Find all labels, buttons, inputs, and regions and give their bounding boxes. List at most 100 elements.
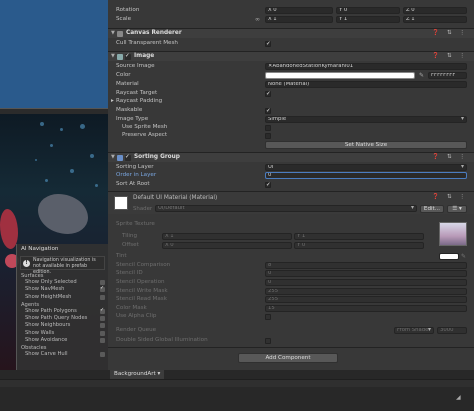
canvas-renderer-icon [117,31,123,37]
sorting-group-header[interactable]: ▼ Sorting Group ❓ ⇅ ⋮ [108,152,474,162]
material-row: Material None (Material) [108,80,474,89]
surface-option[interactable]: Show Only Selected [17,279,108,286]
rotation-label: Rotation [116,7,140,13]
canvas-renderer-title: Canvas Renderer [126,30,182,36]
shader-dropdown: UI/Default [155,205,417,212]
order-in-layer-field[interactable]: 0 [265,172,467,179]
eyedropper-icon[interactable]: ✎ [419,71,424,80]
scene-sky [0,0,108,108]
stencil-comparison-field: 8 [265,262,467,269]
set-native-size-button[interactable]: Set Native Size [265,141,467,149]
material-header: Default UI Material (Material) Shader UI… [108,191,474,214]
material-prop-row: Stencil ID 0 [108,269,474,278]
rotation-z-field[interactable]: Z 0 [403,7,467,14]
sort-at-root-checkbox[interactable] [265,181,271,190]
material-label: Material [116,81,139,87]
surface-option[interactable]: Show HeightMesh [17,294,108,301]
stencil-operation-field: 0 [265,279,467,286]
rotation-x-field[interactable]: X 0 [265,7,333,14]
tint-label: Tint [116,253,127,259]
tiling-y-field: Y 1 [294,233,424,240]
component-menu-icons[interactable]: ❓ ⇅ ⋮ [432,153,468,162]
order-in-layer-row: Order in Layer 0 [108,171,474,180]
collapse-arrow-icon[interactable]: ▼ [111,153,115,162]
surface-option[interactable]: Show NavMesh [17,285,108,293]
sorting-layer-dropdown[interactable]: UI [265,164,467,171]
render-queue-row: Render Queue From Shader 3000 [108,326,474,335]
render-queue-mode-dropdown: From Shader [394,327,434,334]
offset-row: Offset X 0 Y 0 [108,241,474,250]
shader-menu-button[interactable]: ☰ ▾ [447,205,467,213]
scale-row: Scale ∞ X 1 Y 1 Z 1 [108,15,474,24]
scale-z-field[interactable]: Z 1 [403,16,467,23]
stencil-read-mask-label: Stencil Read Mask [116,296,167,302]
preserve-aspect-checkbox[interactable] [265,133,271,139]
stencil-id-field: 0 [265,270,467,277]
collapse-arrow-icon[interactable]: ▼ [111,52,115,61]
add-component-button[interactable]: Add Component [238,353,338,363]
rotation-y-field[interactable]: Y 0 [336,7,400,14]
alpha-clip-checkbox [265,314,271,320]
render-queue-label: Render Queue [116,327,157,333]
component-menu-icons[interactable]: ❓ ⇅ ⋮ [432,52,468,61]
shader-edit-button[interactable]: Edit... [420,205,444,213]
surfaces-label: Surfaces [21,273,44,279]
foldout-arrow-icon[interactable]: ▸ [111,97,114,106]
scale-y-field[interactable]: Y 1 [336,16,400,23]
ai-navigation-notice: ! Navigation visualization is not availa… [20,256,105,275]
alpha-clip-label: Use Alpha Clip [116,313,157,319]
material-preview-swatch [114,196,128,210]
image-title: Image [134,53,155,59]
link-icon[interactable]: ∞ [255,15,260,24]
image-type-dropdown[interactable]: Simple [265,116,467,123]
color-swatch[interactable] [265,72,415,79]
agent-option[interactable]: Show Path Polygons [17,307,108,315]
bottom-panel: BackgroundArt ▾ ◢ [0,370,474,411]
color-hex-field[interactable]: FFFFFFFF [428,72,467,79]
obstacles-label: Obstacles [21,345,47,352]
material-field[interactable]: None (Material) [265,81,467,88]
scale-label: Scale [116,16,132,22]
sprite-texture-label: Sprite Texture [116,221,155,227]
agent-option[interactable]: Show Neighbours [17,322,108,329]
collapse-arrow-icon[interactable]: ▼ [111,29,115,38]
prefab-breadcrumb-tab[interactable]: BackgroundArt ▾ [110,370,165,379]
sorting-group-enabled-checkbox[interactable] [125,153,131,162]
image-header[interactable]: ▼ Image ❓ ⇅ ⋮ [108,51,474,61]
agent-option[interactable]: Show Avoidance [17,337,108,344]
maskable-checkbox[interactable] [265,107,271,116]
agent-option[interactable]: Show Path Query Nodes [17,315,108,322]
shader-label: Shader [133,206,153,212]
sprite-texture-row: Sprite Texture [108,220,474,229]
cull-checkbox[interactable] [265,40,271,49]
stencil-operation-label: Stencil Operation [116,279,165,285]
inspector-panel: Rotation X 0 Y 0 Z 0 Scale ∞ X 1 Y 1 Z 1… [108,0,474,370]
alpha-clip-row: Use Alpha Clip [108,312,474,321]
double-sided-gi-checkbox [265,338,271,344]
tiling-row: Tiling X 1 Y 1 [108,232,474,241]
sort-at-root-label: Sort At Root [116,181,150,187]
agent-option[interactable]: Show Walls [17,330,108,337]
pin-icon[interactable]: ◢ [456,394,461,401]
material-prop-row: Stencil Read Mask 255 [108,295,474,304]
divider [108,347,474,348]
sorting-group-title: Sorting Group [134,154,180,160]
raycast-padding-row[interactable]: ▸ Raycast Padding [108,97,474,106]
stencil-read-mask-field: 255 [265,296,467,303]
info-icon: ! [23,260,30,267]
material-menu-icons[interactable]: ❓ ⇅ ⋮ [432,194,468,200]
canvas-renderer-header[interactable]: ▼ Canvas Renderer ❓ ⇅ ⋮ [108,28,474,38]
source-image-field[interactable]: ✕AbandonedStationKymarahl01 [265,63,467,70]
scale-x-field[interactable]: X 1 [265,16,333,23]
component-menu-icons[interactable]: ❓ ⇅ ⋮ [432,29,468,38]
stencil-write-mask-field: 255 [265,288,467,295]
image-component-icon [117,54,123,60]
offset-label: Offset [122,242,139,248]
obstacle-option[interactable]: Show Carve Hull [17,351,108,358]
scene-view[interactable]: AI Navigation ! Navigation visualization… [0,0,108,370]
image-enabled-checkbox[interactable] [125,52,131,61]
render-queue-field: 3000 [437,327,467,334]
material-prop-row: Stencil Operation 0 [108,278,474,287]
color-row: Color ✎ FFFFFFFF [108,71,474,80]
raycast-padding-label: Raycast Padding [116,98,163,104]
